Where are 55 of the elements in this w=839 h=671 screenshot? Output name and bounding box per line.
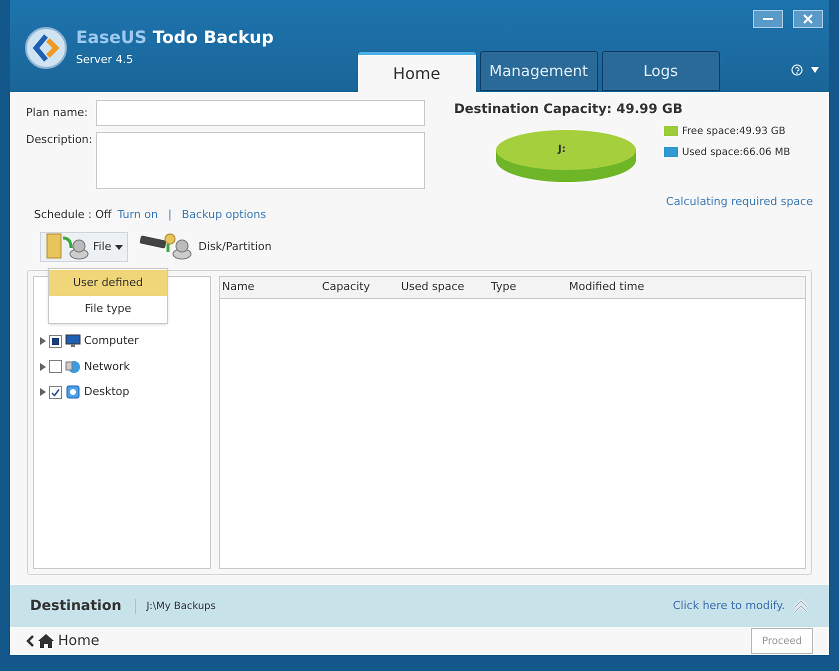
legend-label: Used space:66.06 MB (682, 146, 790, 160)
tree-item[interactable]: Computer (40, 333, 210, 350)
menu-item[interactable]: User defined (49, 270, 167, 296)
minimize-button[interactable] (753, 10, 783, 28)
checkbox[interactable] (49, 386, 62, 399)
field-label: Plan name: (26, 104, 89, 121)
destination-label: Destination (30, 596, 122, 616)
schedule-status: Schedule : Off (34, 207, 112, 223)
modify-link[interactable]: Click here to modify. (672, 598, 785, 614)
column-header[interactable]: Type (491, 279, 569, 296)
capacity-title: Destination Capacity: 49.99 GB (454, 101, 684, 119)
column-header[interactable]: Modified time (569, 279, 689, 296)
close-button[interactable] (793, 10, 823, 28)
legend-label: Free space:49.93 GB (682, 124, 786, 138)
globe-icon (65, 358, 81, 375)
destination-path: J:\My Backups (135, 598, 216, 614)
drive-label: J: (558, 142, 566, 156)
checkbox[interactable] (49, 360, 62, 374)
tab[interactable]: Home (358, 52, 476, 92)
toolbar-button[interactable]: Disk/Partition (134, 232, 276, 262)
caret-icon (115, 244, 124, 250)
column-header[interactable]: Used space (401, 279, 491, 296)
expand-icon[interactable] (40, 388, 46, 396)
tree-item[interactable]: Desktop (40, 384, 210, 400)
column-header[interactable]: Capacity (322, 279, 401, 296)
desktop-icon (65, 384, 81, 400)
tab[interactable]: Management (480, 51, 598, 91)
turn-on-link[interactable]: Turn on (117, 207, 158, 224)
tree-item[interactable]: Network (40, 358, 210, 375)
edition-label: Server 4.5 (76, 52, 134, 68)
monitor-icon (65, 334, 81, 348)
back-icon (26, 635, 34, 647)
caret-icon[interactable] (811, 67, 819, 73)
checkbox[interactable] (49, 334, 62, 348)
toolbar-button[interactable]: File (40, 232, 128, 262)
tab[interactable]: Logs (602, 51, 720, 91)
separator-text: | (168, 207, 172, 223)
column-header[interactable]: Name (222, 279, 322, 296)
brand-name: EaseUS (76, 27, 147, 50)
plan-name-field[interactable] (96, 100, 425, 126)
logo-icon (24, 26, 68, 70)
expand-icon[interactable] (40, 337, 46, 346)
calculating-link[interactable]: Calculating required space (666, 194, 813, 210)
field-label: Description: (26, 132, 94, 148)
expand-icon[interactable] (40, 362, 46, 371)
folder-backup-icon (45, 232, 89, 262)
help-icon[interactable] (791, 64, 803, 76)
drive-backup-icon (138, 232, 194, 262)
product-name: Todo Backup (152, 27, 274, 50)
description-field[interactable] (96, 132, 425, 189)
menu-item[interactable]: File type (49, 296, 167, 322)
close-icon (803, 14, 813, 24)
house-icon (38, 634, 54, 648)
home-button[interactable]: Home (26, 630, 100, 652)
backup-options-link[interactable]: Backup options (182, 207, 266, 224)
